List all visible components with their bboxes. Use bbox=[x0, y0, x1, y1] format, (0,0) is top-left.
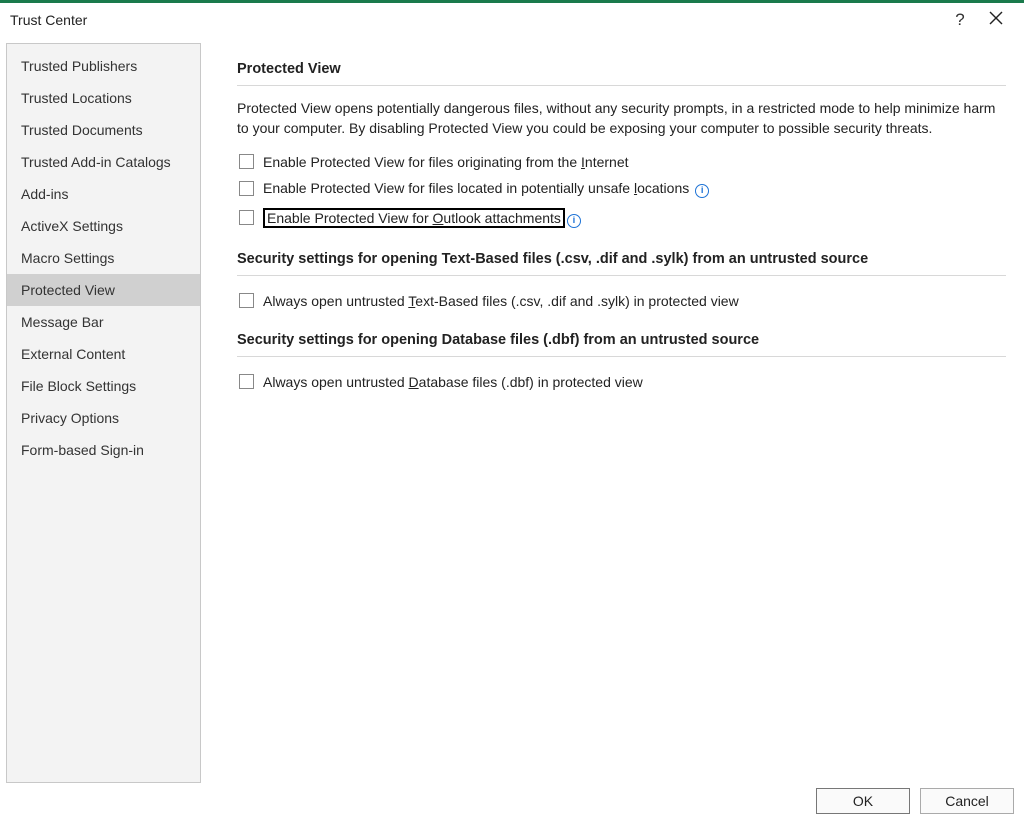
section-heading-text-based: Security settings for opening Text-Based… bbox=[237, 251, 1006, 276]
info-icon[interactable]: i bbox=[695, 184, 709, 198]
checkbox-label-outlook-attachments: Enable Protected View for Outlook attach… bbox=[263, 208, 581, 228]
info-icon[interactable]: i bbox=[567, 214, 581, 228]
sidebar-item-macro-settings[interactable]: Macro Settings bbox=[7, 242, 200, 274]
protected-view-description: Protected View opens potentially dangero… bbox=[237, 98, 1006, 139]
sidebar-item-file-block-settings[interactable]: File Block Settings bbox=[7, 370, 200, 402]
highlighted-option: Enable Protected View for Outlook attach… bbox=[263, 208, 565, 228]
checkbox-database[interactable] bbox=[239, 374, 254, 389]
sidebar-item-trusted-documents[interactable]: Trusted Documents bbox=[7, 114, 200, 146]
checkbox-internet[interactable] bbox=[239, 154, 254, 169]
sidebar-item-trusted-addin-catalogs[interactable]: Trusted Add-in Catalogs bbox=[7, 146, 200, 178]
sidebar-item-trusted-publishers[interactable]: Trusted Publishers bbox=[7, 50, 200, 82]
sidebar-item-external-content[interactable]: External Content bbox=[7, 338, 200, 370]
dialog-body: Trusted Publishers Trusted Locations Tru… bbox=[0, 37, 1024, 783]
window-title: Trust Center bbox=[10, 12, 87, 28]
checkbox-row-outlook-attachments[interactable]: Enable Protected View for Outlook attach… bbox=[237, 203, 1006, 233]
checkbox-text-based[interactable] bbox=[239, 293, 254, 308]
sidebar-item-privacy-options[interactable]: Privacy Options bbox=[7, 402, 200, 434]
checkbox-row-unsafe-locations[interactable]: Enable Protected View for files located … bbox=[237, 175, 1006, 203]
checkbox-label-text-based: Always open untrusted Text-Based files (… bbox=[263, 293, 739, 309]
ok-button[interactable]: OK bbox=[816, 788, 910, 814]
section-heading-protected-view: Protected View bbox=[237, 61, 1006, 86]
cancel-button[interactable]: Cancel bbox=[920, 788, 1014, 814]
sidebar: Trusted Publishers Trusted Locations Tru… bbox=[6, 43, 201, 783]
checkbox-row-text-based[interactable]: Always open untrusted Text-Based files (… bbox=[237, 288, 1006, 314]
checkbox-row-internet[interactable]: Enable Protected View for files originat… bbox=[237, 149, 1006, 175]
dialog-footer: OK Cancel bbox=[816, 788, 1014, 814]
checkbox-outlook-attachments[interactable] bbox=[239, 210, 254, 225]
checkbox-label-database: Always open untrusted Database files (.d… bbox=[263, 374, 643, 390]
sidebar-item-protected-view[interactable]: Protected View bbox=[7, 274, 200, 306]
help-icon[interactable]: ? bbox=[942, 10, 978, 30]
titlebar: Trust Center ? bbox=[0, 3, 1024, 37]
main-panel: Protected View Protected View opens pote… bbox=[201, 43, 1020, 783]
sidebar-item-activex-settings[interactable]: ActiveX Settings bbox=[7, 210, 200, 242]
checkbox-label-internet: Enable Protected View for files originat… bbox=[263, 154, 629, 170]
close-icon[interactable] bbox=[978, 10, 1014, 30]
section-text-based: Security settings for opening Text-Based… bbox=[237, 251, 1006, 314]
sidebar-item-trusted-locations[interactable]: Trusted Locations bbox=[7, 82, 200, 114]
section-heading-database: Security settings for opening Database f… bbox=[237, 332, 1006, 357]
sidebar-item-message-bar[interactable]: Message Bar bbox=[7, 306, 200, 338]
checkbox-row-database[interactable]: Always open untrusted Database files (.d… bbox=[237, 369, 1006, 395]
checkbox-unsafe-locations[interactable] bbox=[239, 181, 254, 196]
section-database: Security settings for opening Database f… bbox=[237, 332, 1006, 395]
sidebar-item-add-ins[interactable]: Add-ins bbox=[7, 178, 200, 210]
sidebar-item-form-based-signin[interactable]: Form-based Sign-in bbox=[7, 434, 200, 466]
section-protected-view: Protected View Protected View opens pote… bbox=[237, 61, 1006, 233]
checkbox-label-unsafe-locations: Enable Protected View for files located … bbox=[263, 180, 709, 198]
